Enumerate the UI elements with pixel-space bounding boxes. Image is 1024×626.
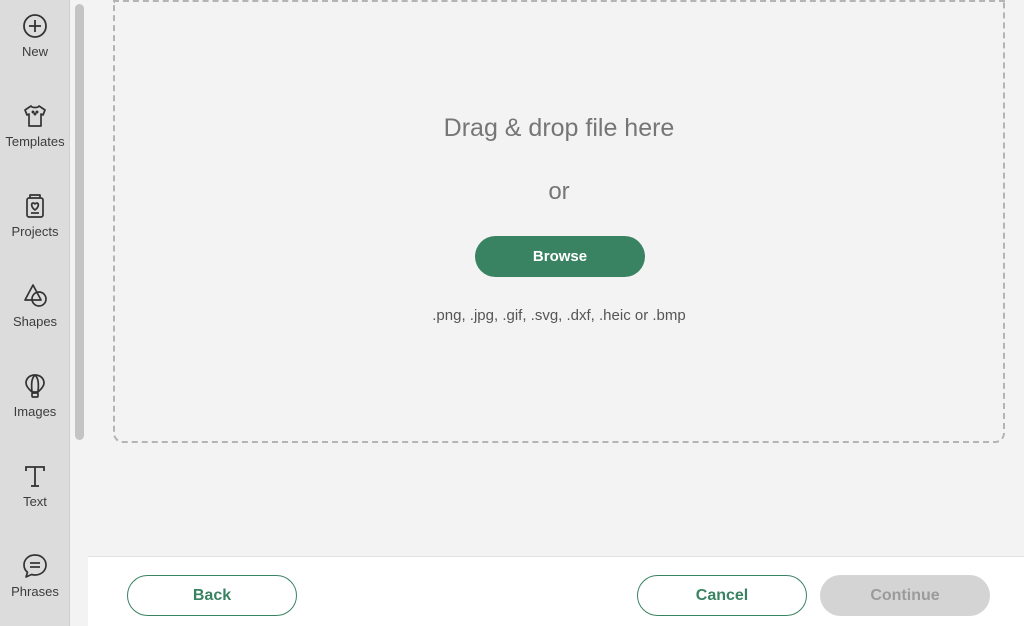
project-heart-icon [21, 192, 49, 220]
continue-button[interactable]: Continue [820, 575, 990, 616]
sidebar-item-new[interactable]: New [0, 0, 70, 90]
balloon-icon [21, 372, 49, 400]
sidebar-item-templates[interactable]: Templates [0, 90, 70, 180]
cancel-button[interactable]: Cancel [637, 575, 807, 616]
file-dropzone[interactable]: Drag & drop file here or Browse .png, .j… [113, 0, 1005, 443]
speech-bubble-icon [21, 552, 49, 580]
sidebar-item-label: Images [13, 404, 57, 419]
browse-button[interactable]: Browse [475, 236, 645, 277]
sidebar-item-text[interactable]: Text [0, 450, 70, 540]
sidebar-item-label: Projects [11, 224, 59, 239]
sidebar-item-shapes[interactable]: Shapes [0, 270, 70, 360]
sidebar-item-images[interactable]: Images [0, 360, 70, 450]
dropzone-title: Drag & drop file here [443, 114, 675, 142]
upload-main: Drag & drop file here or Browse .png, .j… [88, 0, 1024, 556]
dropzone-or-text: or [548, 178, 570, 205]
upload-screen: New Templates Projects Shapes Images Tex… [0, 0, 1024, 626]
sidebar-item-label: New [21, 44, 48, 59]
shapes-icon [21, 282, 49, 310]
sidebar-scrollbar-thumb[interactable] [75, 4, 84, 440]
sidebar-item-label: Text [23, 494, 47, 509]
tshirt-icon [21, 102, 49, 130]
plus-circle-icon [21, 12, 49, 40]
sidebar-item-phrases[interactable]: Phrases [0, 540, 70, 626]
sidebar: New Templates Projects Shapes Images Tex… [0, 0, 70, 626]
sidebar-item-label: Shapes [12, 314, 58, 329]
sidebar-item-label: Templates [5, 134, 65, 149]
text-t-icon [21, 462, 49, 490]
sidebar-item-label: Phrases [11, 584, 59, 599]
footer-bar: Back Cancel Continue [88, 556, 1024, 626]
sidebar-item-projects[interactable]: Projects [0, 180, 70, 270]
supported-filetypes: .png, .jpg, .gif, .svg, .dxf, .heic or .… [432, 307, 686, 324]
back-button[interactable]: Back [127, 575, 297, 616]
